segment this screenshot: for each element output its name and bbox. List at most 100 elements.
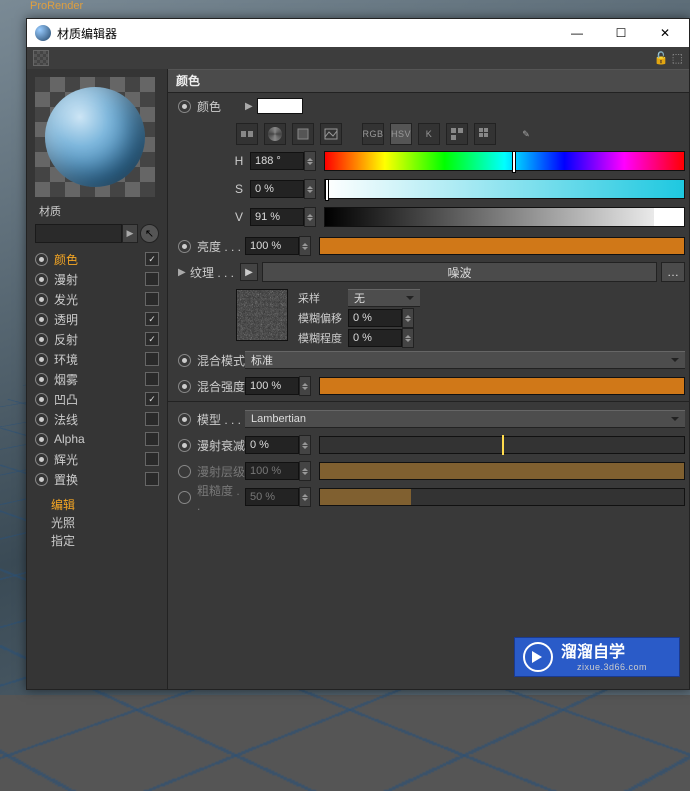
blurscale-label: 模糊程度 [298,330,348,346]
channel-glow[interactable]: 辉光 [35,449,159,469]
channel-alpha-checkbox[interactable] [145,432,159,446]
s-input[interactable]: 0 % [250,180,304,198]
falloff-slider[interactable] [319,436,685,454]
name-arrow-button[interactable]: ▶ [122,224,138,243]
model-dropdown[interactable]: Lambertian [245,410,685,428]
h-input[interactable]: 188 ° [250,152,304,170]
mixstrength-slider[interactable] [319,377,685,395]
h-spinner[interactable] [304,151,316,171]
mode-icon-rect[interactable] [236,123,258,145]
section-header: 颜色 [168,69,689,93]
mode-hsv[interactable]: HSV [390,123,412,145]
texture-thumbnail[interactable] [236,289,288,341]
eyedropper-icon[interactable]: ✎ [516,124,536,144]
sub-illum[interactable]: 光照 [35,513,159,531]
mixmode-dropdown[interactable]: 标准 [245,351,685,369]
s-spinner[interactable] [304,179,316,199]
app-icon [35,25,51,41]
channel-reflection-checkbox[interactable] [145,332,159,346]
channel-diffuse[interactable]: 漫射 [35,269,159,289]
color-radio[interactable] [178,100,191,113]
texture-dots-button[interactable]: … [661,262,685,282]
channel-glow-checkbox[interactable] [145,452,159,466]
brightness-input[interactable]: 100 % [245,237,299,255]
h-slider[interactable] [324,151,685,171]
mode-icon-picture[interactable] [320,123,342,145]
minimize-button[interactable]: — [555,19,599,47]
mode-k[interactable]: K [418,123,440,145]
mode-icon-box[interactable] [292,123,314,145]
mode-icon-wheel[interactable] [264,123,286,145]
toolbar-grip-icon[interactable] [33,50,49,66]
bluroff-spinner[interactable] [402,308,414,328]
channel-environment-checkbox[interactable] [145,352,159,366]
falloff-input[interactable]: 0 % [245,436,299,454]
v-slider[interactable] [324,207,685,227]
texture-button[interactable]: 噪波 [262,262,657,282]
pin-icon[interactable]: ⬚ [672,51,683,65]
color-swatch[interactable] [257,98,303,114]
channel-transparency[interactable]: 透明 [35,309,159,329]
top-menu-pro-render[interactable]: ProRender [0,0,83,8]
falloff-radio[interactable] [178,439,191,452]
falloff-spinner[interactable] [299,435,311,455]
channel-displacement[interactable]: 置换 [35,469,159,489]
s-slider[interactable] [324,179,685,199]
channel-diffuse-checkbox[interactable] [145,272,159,286]
bluroff-input[interactable]: 0 % [348,309,402,327]
brightness-radio[interactable] [178,240,191,253]
texture-play-icon[interactable]: ▶ [240,263,258,281]
sample-dropdown[interactable]: 无 [348,289,420,307]
mixmode-radio[interactable] [178,354,191,367]
v-label: V [232,210,246,224]
blurscale-input[interactable]: 0 % [348,329,402,347]
channel-fog[interactable]: 烟雾 [35,369,159,389]
rough-input: 50 % [245,488,299,506]
channel-luminance[interactable]: 发光 [35,289,159,309]
channel-color[interactable]: 颜色 [35,249,159,269]
mode-icon-swatches[interactable] [446,123,468,145]
mixstrength-spinner[interactable] [299,376,311,396]
channel-alpha[interactable]: Alpha [35,429,159,449]
channel-transparency-checkbox[interactable] [145,312,159,326]
mode-rgb[interactable]: RGB [362,123,384,145]
rough-slider [319,488,685,506]
titlebar: 材质编辑器 — ☐ ✕ [27,19,689,47]
mixmode-label: 混合模式 [197,352,245,369]
channel-displacement-checkbox[interactable] [145,472,159,486]
blurscale-spinner[interactable] [402,328,414,348]
mixstrength-input[interactable]: 100 % [245,377,299,395]
right-panel: 颜色 颜色 ▶ RGB HSV K [168,69,689,689]
maximize-button[interactable]: ☐ [599,19,643,47]
channel-normal-checkbox[interactable] [145,412,159,426]
channel-color-checkbox[interactable] [145,252,159,266]
channel-luminance-checkbox[interactable] [145,292,159,306]
model-radio[interactable] [178,413,191,426]
cursor-icon[interactable]: ↖ [140,224,159,243]
sub-edit[interactable]: 编辑 [35,495,159,513]
channel-normal[interactable]: 法线 [35,409,159,429]
channel-fog-checkbox[interactable] [145,372,159,386]
sample-label: 采样 [298,290,348,306]
channel-environment[interactable]: 环境 [35,349,159,369]
v-spinner[interactable] [304,207,316,227]
color-arrow-icon[interactable]: ▶ [245,101,253,112]
lock-icon[interactable]: 🔓 [654,51,669,65]
brightness-slider[interactable] [319,237,685,255]
channel-list: 颜色 漫射 发光 透明 反射 环境 烟雾 凹凸 法线 Alpha 辉光 置换 [35,249,159,489]
sub-assign[interactable]: 指定 [35,531,159,549]
channel-bump-checkbox[interactable] [145,392,159,406]
material-name-input[interactable] [35,224,122,243]
channel-reflection[interactable]: 反射 [35,329,159,349]
level-slider [319,462,685,480]
texture-arrow-icon[interactable]: ▶ [178,267,186,278]
channel-bump[interactable]: 凹凸 [35,389,159,409]
brightness-spinner[interactable] [299,236,311,256]
mode-icon-grid[interactable] [474,123,496,145]
rough-radio [178,491,191,504]
mixstrength-radio[interactable] [178,380,191,393]
v-input[interactable]: 91 % [250,208,304,226]
material-preview[interactable] [35,77,155,197]
close-button[interactable]: ✕ [643,19,687,47]
material-editor-dialog: 材质编辑器 — ☐ ✕ 🔓 ⬚ 材质 ▶ ↖ 颜色 漫射 发光 透明 [26,18,690,690]
